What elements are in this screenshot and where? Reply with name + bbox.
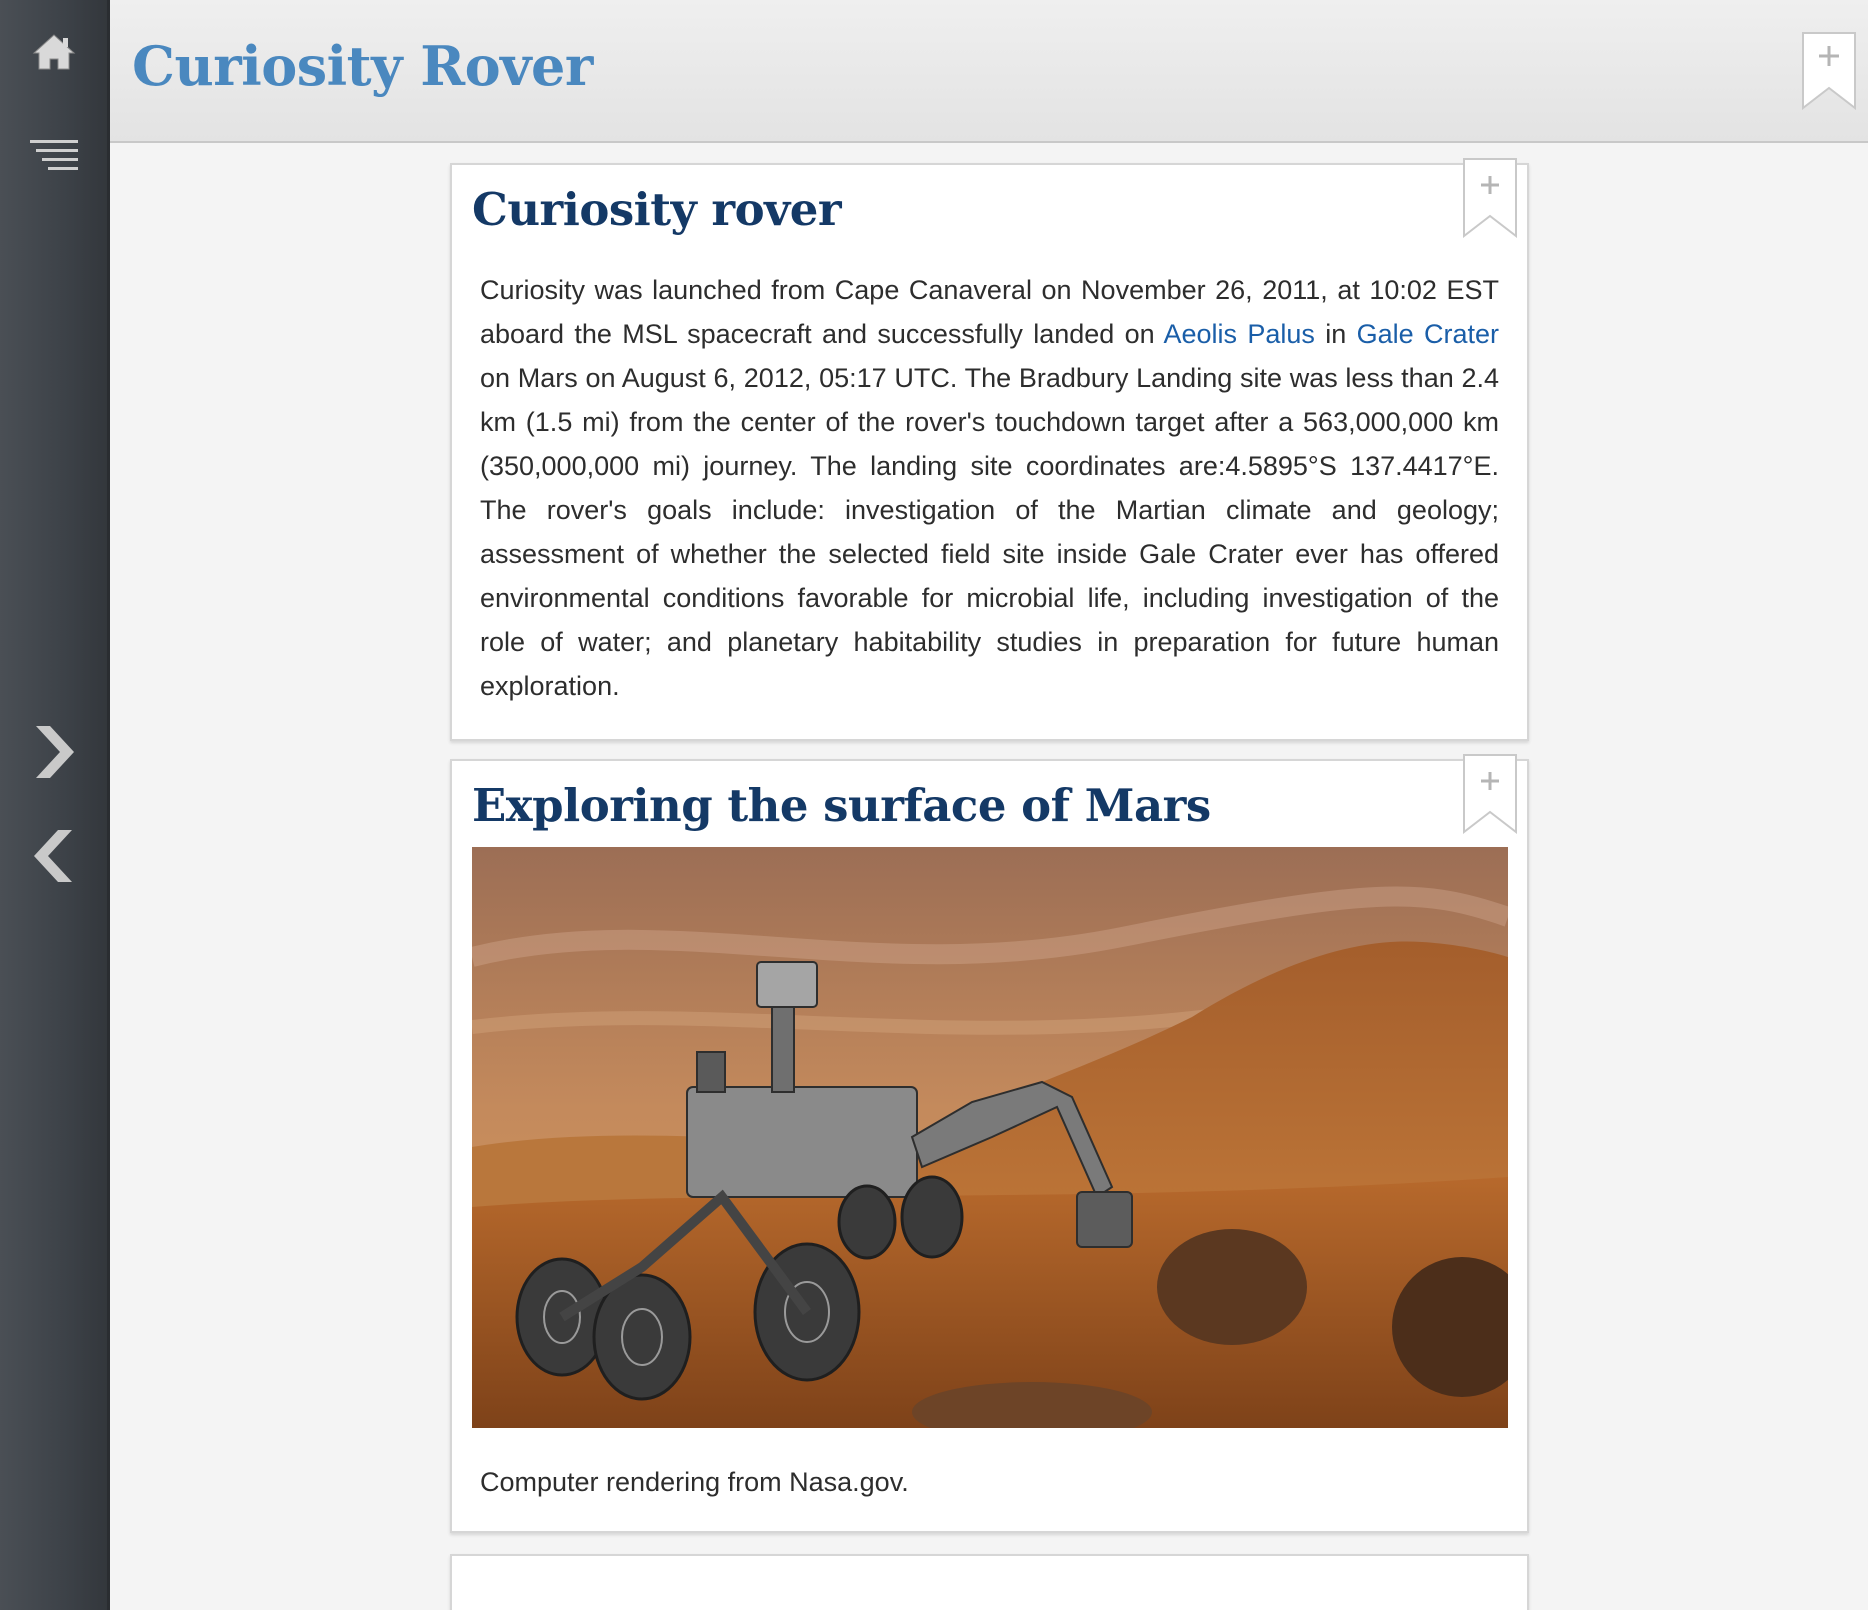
menu-button[interactable]: [0, 126, 108, 186]
page-title: Curiosity Rover: [132, 34, 593, 98]
paragraph-text: on Mars on August 6, 2012, 05:17 UTC. Th…: [480, 363, 1499, 701]
app-window: Curiosity Rover Curiosity rover Curiosit…: [0, 0, 1868, 1610]
bookmark-add-icon: [1802, 32, 1856, 111]
rover-image: [472, 847, 1508, 1428]
card-title: Exploring the surface of Mars: [472, 779, 1211, 832]
paragraph-text: in: [1314, 319, 1357, 349]
card-paragraph: Curiosity was launched from Cape Canaver…: [480, 268, 1499, 708]
card-bookmark-button[interactable]: [1463, 158, 1517, 243]
menu-icon: [30, 140, 78, 170]
sidebar: [0, 0, 110, 1610]
card-title: Curiosity rover: [472, 183, 842, 236]
chevron-right-icon: [36, 726, 74, 778]
previous-page-button[interactable]: [0, 814, 108, 898]
page-bookmark-button[interactable]: [1802, 32, 1856, 115]
card-bookmark-button[interactable]: [1463, 754, 1517, 839]
bookmark-add-icon: [1463, 754, 1517, 835]
content-card: Curiosity rover Curiosity was launched f…: [450, 158, 1529, 741]
home-button[interactable]: [0, 20, 108, 84]
chevron-left-icon: [34, 830, 72, 882]
link-gale-crater[interactable]: Gale Crater: [1357, 319, 1499, 349]
bookmark-add-icon: [1463, 158, 1517, 239]
content-card: [450, 1554, 1529, 1610]
next-page-button[interactable]: [0, 710, 108, 794]
page-header: Curiosity Rover: [110, 0, 1868, 143]
home-icon: [32, 34, 76, 70]
content-card: Exploring the surface of Mars Computer r…: [450, 754, 1529, 1533]
link-aeolis-palus[interactable]: Aeolis Palus: [1164, 319, 1315, 349]
image-caption: Computer rendering from Nasa.gov.: [480, 1467, 909, 1497]
